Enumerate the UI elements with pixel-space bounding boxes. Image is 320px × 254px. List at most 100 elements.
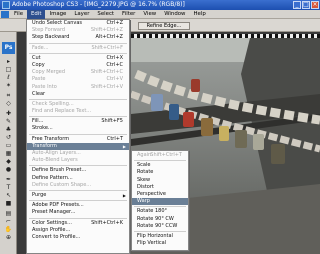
edit-menu-separator bbox=[29, 189, 127, 191]
menu-bar: File Edit Image Layer Select Filter View… bbox=[0, 9, 320, 19]
edit-menu-item-auto-blend-layers: Auto-Blend Layers bbox=[27, 157, 129, 164]
path-selection-tool-icon[interactable]: ↖ bbox=[4, 192, 13, 199]
edit-menu-item-stroke[interactable]: Stroke... bbox=[27, 125, 129, 132]
edit-menu-item-label: Define Brush Preset... bbox=[32, 167, 87, 174]
transform-menu-item-rotate[interactable]: Rotate bbox=[132, 169, 188, 176]
edit-menu-item-undo-select-canvas[interactable]: Undo Select Canvas Ctrl+Z bbox=[27, 20, 129, 27]
menu-view[interactable]: View bbox=[139, 10, 160, 19]
edit-menu-item-fill[interactable]: Fill... Shift+F5 bbox=[27, 118, 129, 125]
edit-menu-item-purge[interactable]: Purge ▶ bbox=[27, 192, 129, 199]
edit-menu-item-label: Color Settings... bbox=[32, 219, 72, 226]
edit-menu-dropdown: Undo Select Canvas Ctrl+Z Step Forward Shif… bbox=[26, 19, 130, 254]
transform-menu-item-label: Rotate 90° CCW bbox=[137, 222, 178, 229]
edit-menu-item-adobe-pdf-presets[interactable]: Adobe PDF Presets... bbox=[27, 202, 129, 209]
edit-menu-item-clear[interactable]: Clear bbox=[27, 91, 129, 98]
dodge-tool-icon[interactable]: ● bbox=[4, 166, 13, 173]
marquee-tool-icon[interactable]: □ bbox=[4, 66, 13, 73]
edit-menu-item-assign-profile[interactable]: Assign Profile... bbox=[27, 227, 129, 234]
transform-menu-item-label: Perspective bbox=[137, 190, 166, 197]
magic-wand-tool-icon[interactable]: ✶ bbox=[4, 82, 13, 89]
menu-file[interactable]: File bbox=[10, 10, 27, 19]
photoshop-logo: Ps bbox=[2, 42, 15, 54]
gradient-tool-icon[interactable]: ▦ bbox=[4, 150, 13, 157]
menu-select[interactable]: Select bbox=[93, 10, 118, 19]
transform-menu-item-perspective[interactable]: Perspective bbox=[132, 191, 188, 198]
edit-menu-item-shortcut: Shift+Ctrl+Z bbox=[90, 27, 123, 34]
submenu-arrow-icon: ▶ bbox=[122, 192, 126, 198]
transform-menu-item-label: Warp bbox=[137, 198, 150, 205]
transform-menu-item-rotate-180[interactable]: Rotate 180° bbox=[132, 208, 188, 215]
transform-menu-item-rotate-90-ccw[interactable]: Rotate 90° CCW bbox=[132, 223, 188, 230]
transform-menu-item-skew[interactable]: Skew bbox=[132, 177, 188, 184]
edit-menu-item-shortcut: Ctrl+X bbox=[106, 54, 123, 61]
notes-tool-icon[interactable]: ▤ bbox=[4, 210, 13, 217]
crop-tool-icon[interactable]: ⌗ bbox=[4, 92, 13, 99]
edit-menu-item-transform[interactable]: Transform ▶ bbox=[27, 142, 129, 150]
edit-menu-item-find-and-replace-text: Find and Replace Text... bbox=[27, 108, 129, 115]
stamp-tool-icon[interactable]: ♣ bbox=[4, 126, 13, 133]
transform-menu-item-rotate-90-cw[interactable]: Rotate 90° CW bbox=[132, 216, 188, 223]
marching-ants-selection bbox=[131, 34, 320, 38]
brush-tool-icon[interactable]: ✎ bbox=[4, 118, 13, 125]
edit-menu-separator bbox=[29, 116, 127, 118]
edit-menu-item-cut[interactable]: Cut Ctrl+X bbox=[27, 55, 129, 62]
edit-menu-item-label: Assign Profile... bbox=[32, 226, 71, 233]
transform-menu-item-distort[interactable]: Distort bbox=[132, 184, 188, 191]
transform-menu-item-flip-horizontal[interactable]: Flip Horizontal bbox=[132, 233, 188, 240]
edit-menu-item-label: Purge bbox=[32, 191, 47, 198]
edit-menu-item-define-brush-preset[interactable]: Define Brush Preset... bbox=[27, 167, 129, 174]
edit-menu-item-step-backward[interactable]: Step Backward Alt+Ctrl+Z bbox=[27, 34, 129, 41]
transform-menu-item-flip-vertical[interactable]: Flip Vertical bbox=[132, 240, 188, 247]
edit-menu-separator bbox=[29, 200, 127, 202]
edit-menu-item-convert-to-profile[interactable]: Convert to Profile... bbox=[27, 234, 129, 241]
eyedropper-tool-icon[interactable]: ⌐ bbox=[4, 218, 13, 225]
close-button[interactable]: × bbox=[311, 1, 319, 9]
edit-menu-item-step-forward: Step Forward Shift+Ctrl+Z bbox=[27, 27, 129, 34]
transform-menu-item-warp[interactable]: Warp bbox=[132, 198, 188, 206]
edit-menu-item-label: Paste Into bbox=[32, 83, 57, 90]
edit-menu-item-label: Convert to Profile... bbox=[32, 233, 81, 240]
window-title: Adobe Photoshop CS3 - [IMG_2279.JPG @ 16… bbox=[12, 1, 185, 8]
move-tool-icon[interactable]: ▸ bbox=[4, 58, 13, 65]
edit-menu-separator bbox=[29, 98, 127, 100]
hand-tool-icon[interactable]: ✋ bbox=[4, 226, 13, 233]
lasso-tool-icon[interactable]: ℓ bbox=[4, 74, 13, 81]
menu-image[interactable]: Image bbox=[45, 10, 70, 19]
transform-menu-item-label: Again bbox=[137, 152, 152, 158]
edit-menu-item-define-pattern[interactable]: Define Pattern... bbox=[27, 175, 129, 182]
maximize-button[interactable]: □ bbox=[302, 1, 310, 9]
shape-tool-icon[interactable]: ■ bbox=[4, 200, 13, 207]
transform-menu-item-label: Flip Horizontal bbox=[137, 232, 173, 239]
minimize-button[interactable]: _ bbox=[293, 1, 301, 9]
menu-help[interactable]: Help bbox=[189, 10, 209, 19]
transform-menu-item-label: Scale bbox=[137, 162, 151, 169]
refine-edge-button[interactable]: Refine Edge... bbox=[138, 22, 190, 30]
edit-menu-item-auto-align-layers: Auto-Align Layers... bbox=[27, 150, 129, 157]
edit-menu-item-label: Define Pattern... bbox=[32, 174, 73, 181]
menu-window[interactable]: Window bbox=[160, 10, 189, 19]
blur-tool-icon[interactable]: ◆ bbox=[4, 158, 13, 165]
title-bar: Adobe Photoshop CS3 - [IMG_2279.JPG @ 16… bbox=[0, 0, 320, 10]
type-tool-icon[interactable]: T bbox=[4, 184, 13, 191]
slice-tool-icon[interactable]: ◇ bbox=[4, 100, 13, 107]
transform-menu-item-label: Flip Vertical bbox=[137, 240, 167, 247]
edit-menu-item-preset-manager[interactable]: Preset Manager... bbox=[27, 209, 129, 216]
pen-tool-icon[interactable]: ✒ bbox=[4, 176, 13, 183]
edit-menu-item-copy[interactable]: Copy Ctrl+C bbox=[27, 62, 129, 69]
transform-menu-item-label: Rotate bbox=[137, 169, 154, 176]
transform-menu-item-scale[interactable]: Scale bbox=[132, 162, 188, 169]
healing-tool-icon[interactable]: ✚ bbox=[4, 110, 13, 117]
edit-menu-item-check-spelling: Check Spelling... bbox=[27, 101, 129, 108]
menu-layer[interactable]: Layer bbox=[70, 10, 93, 19]
edit-menu-item-color-settings[interactable]: Color Settings... Shift+Ctrl+K bbox=[27, 220, 129, 227]
menu-edit[interactable]: Edit bbox=[27, 9, 46, 19]
menu-filter[interactable]: Filter bbox=[118, 10, 139, 19]
history-brush-tool-icon[interactable]: ↺ bbox=[4, 134, 13, 141]
edit-menu-item-label: Stroke... bbox=[32, 125, 53, 132]
edit-menu-item-free-transform[interactable]: Free Transform Ctrl+T bbox=[27, 136, 129, 143]
edit-menu-item-label: Check Spelling... bbox=[32, 100, 74, 107]
app-menu-icon[interactable] bbox=[1, 11, 9, 18]
edit-menu-separator bbox=[29, 52, 127, 54]
eraser-tool-icon[interactable]: ▭ bbox=[4, 142, 13, 149]
zoom-tool-icon[interactable]: ⊕ bbox=[4, 234, 13, 241]
